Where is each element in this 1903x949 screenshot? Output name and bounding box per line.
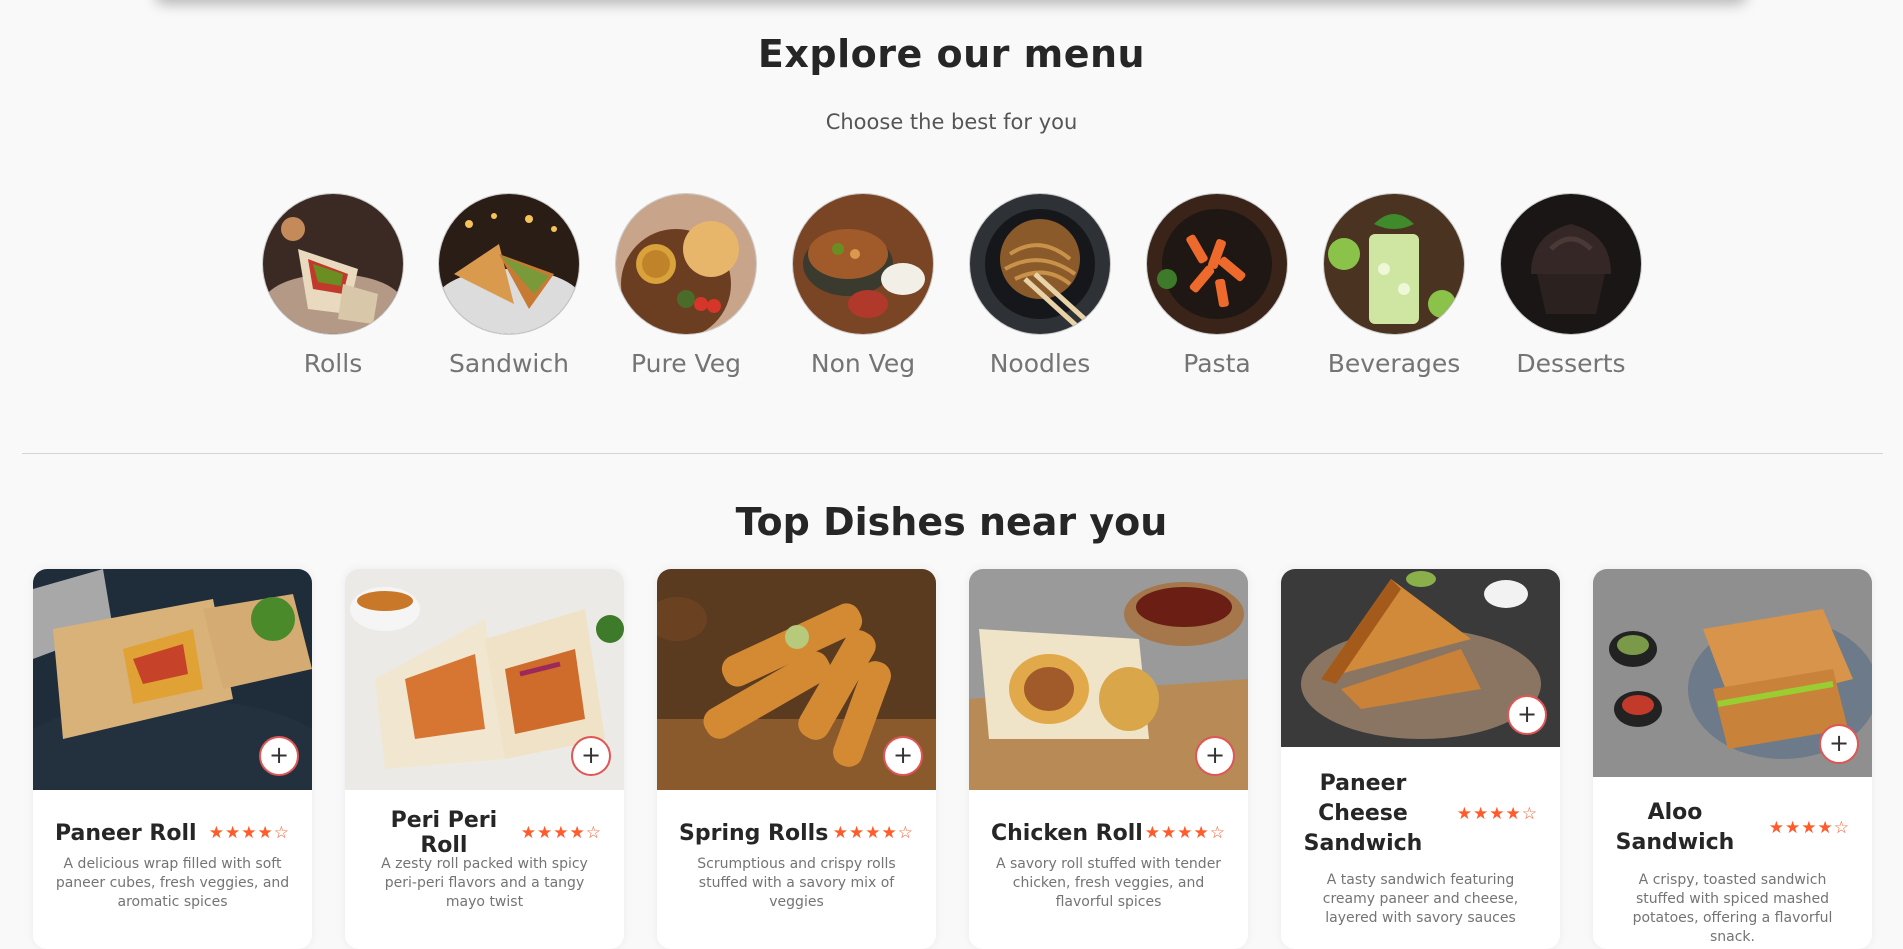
category-noodles[interactable]: Noodles xyxy=(969,193,1111,378)
dish-card-paneer-cheese-sandwich[interactable]: + Paneer Cheese Sandwich ★★★★☆ A tasty s… xyxy=(1281,569,1560,949)
category-list: Rolls Sandwich Pure Veg Non Veg Noodles … xyxy=(262,193,1642,393)
category-label: Pure Veg xyxy=(631,349,741,378)
dish-card-spring-rolls[interactable]: + Spring Rolls ★★★★☆ Scrumptious and cri… xyxy=(657,569,936,949)
dish-description: A savory roll stuffed with tender chicke… xyxy=(995,856,1222,910)
category-label: Rolls xyxy=(303,349,363,378)
card-header: Paneer Cheese Sandwich ★★★★☆ xyxy=(1281,769,1560,859)
menu-subtitle: Choose the best for you xyxy=(825,110,1078,134)
rating-stars: ★★★★☆ xyxy=(520,823,602,843)
section-divider xyxy=(22,453,1883,454)
rolls-image xyxy=(262,193,404,335)
beverages-image xyxy=(1323,193,1465,335)
noodles-image xyxy=(969,193,1111,335)
add-to-cart-button[interactable]: + xyxy=(1195,736,1235,776)
dish-card-chicken-roll[interactable]: + Chicken Roll ★★★★☆ A savory roll stuff… xyxy=(969,569,1248,949)
category-sandwich[interactable]: Sandwich xyxy=(438,193,580,378)
category-rolls[interactable]: Rolls xyxy=(262,193,404,378)
dish-description: Scrumptious and crispy rolls stuffed wit… xyxy=(697,856,896,910)
pasta-image xyxy=(1146,193,1288,335)
dish-card-peri-peri-roll[interactable]: + Peri Peri Roll ★★★★☆ A zesty roll pack… xyxy=(345,569,624,949)
rating-stars: ★★★★☆ xyxy=(1144,823,1226,843)
add-to-cart-button[interactable]: + xyxy=(883,736,923,776)
card-header: Spring Rolls ★★★★☆ xyxy=(657,813,936,853)
dish-card-aloo-sandwich[interactable]: + Aloo Sandwich ★★★★☆ A crispy, toasted … xyxy=(1593,569,1872,949)
category-pasta[interactable]: Pasta xyxy=(1146,193,1288,378)
add-to-cart-button[interactable]: + xyxy=(1819,724,1859,764)
dish-card-paneer-roll[interactable]: + Paneer Roll ★★★★☆ A delicious wrap fil… xyxy=(33,569,312,949)
category-beverages[interactable]: Beverages xyxy=(1323,193,1465,378)
category-pure-veg[interactable]: Pure Veg xyxy=(615,193,757,378)
dish-description: A zesty roll packed with spicy peri-peri… xyxy=(381,856,588,910)
rating-stars: ★★★★☆ xyxy=(832,823,914,843)
dishes-title: Top Dishes near you xyxy=(735,500,1168,544)
rating-stars: ★★★★☆ xyxy=(1768,818,1850,838)
dish-name: Aloo Sandwich xyxy=(1615,800,1735,855)
dish-description: A tasty sandwich featuring creamy paneer… xyxy=(1322,872,1519,926)
rating-stars: ★★★★☆ xyxy=(1456,804,1538,824)
pure-veg-image xyxy=(615,193,757,335)
desserts-image xyxy=(1500,193,1642,335)
non-veg-image xyxy=(792,193,934,335)
dish-name: Peri Peri Roll xyxy=(390,808,498,858)
card-header: Peri Peri Roll ★★★★☆ xyxy=(345,808,624,858)
category-label: Non Veg xyxy=(810,349,916,378)
add-to-cart-button[interactable]: + xyxy=(571,736,611,776)
dish-name: Paneer Roll xyxy=(55,820,197,846)
add-to-cart-button[interactable]: + xyxy=(1507,695,1547,735)
category-label: Beverages xyxy=(1327,349,1461,378)
dish-name: Paneer Cheese Sandwich xyxy=(1303,771,1423,856)
sandwich-image xyxy=(438,193,580,335)
category-desserts[interactable]: Desserts xyxy=(1500,193,1642,378)
card-header: Aloo Sandwich ★★★★☆ xyxy=(1593,798,1872,858)
category-label: Noodles xyxy=(989,349,1091,378)
category-non-veg[interactable]: Non Veg xyxy=(792,193,934,378)
category-label: Sandwich xyxy=(449,349,569,378)
rating-stars: ★★★★☆ xyxy=(208,823,290,843)
dish-description: A delicious wrap filled with soft paneer… xyxy=(55,856,290,910)
card-header: Chicken Roll ★★★★☆ xyxy=(969,813,1248,853)
category-label: Pasta xyxy=(1183,349,1251,378)
dish-name: Chicken Roll xyxy=(991,820,1143,846)
category-label: Desserts xyxy=(1516,349,1626,378)
menu-title: Explore our menu xyxy=(757,32,1146,76)
dish-name: Spring Rolls xyxy=(679,820,829,846)
add-to-cart-button[interactable]: + xyxy=(259,736,299,776)
card-header: Paneer Roll ★★★★☆ xyxy=(33,813,312,853)
dish-description: A crispy, toasted sandwich stuffed with … xyxy=(1632,872,1833,945)
